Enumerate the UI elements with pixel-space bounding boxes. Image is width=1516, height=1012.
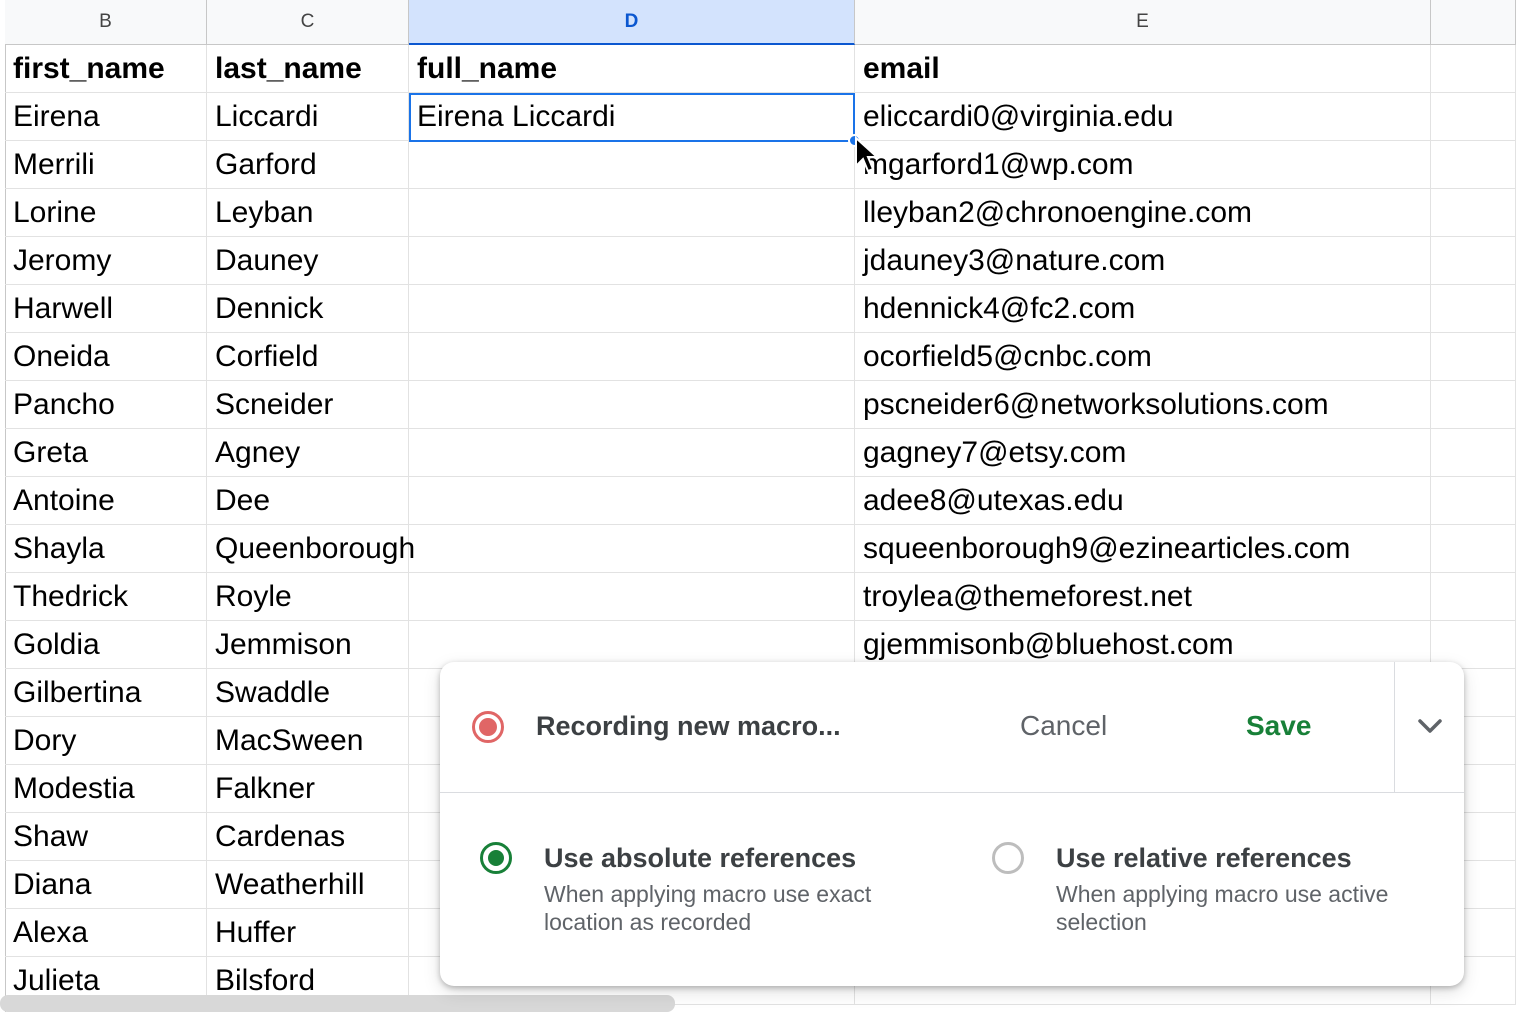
- table-cell[interactable]: Agney: [207, 429, 409, 477]
- table-cell[interactable]: Dory: [5, 717, 207, 765]
- empty-cell[interactable]: [1431, 429, 1516, 477]
- empty-cell[interactable]: [1431, 525, 1516, 573]
- table-cell[interactable]: Cardenas: [207, 813, 409, 861]
- macro-panel-header: Recording new macro... Cancel Save: [440, 662, 1464, 793]
- table-cell[interactable]: troylea@themeforest.net: [855, 573, 1431, 621]
- header-cell[interactable]: last_name: [207, 45, 409, 93]
- empty-cell[interactable]: [1431, 189, 1516, 237]
- table-cell[interactable]: [409, 573, 855, 621]
- column-header-f[interactable]: [1431, 0, 1516, 45]
- header-cell[interactable]: first_name: [5, 45, 207, 93]
- table-cell[interactable]: Jeromy: [5, 237, 207, 285]
- column-header-e[interactable]: E: [855, 0, 1431, 45]
- empty-cell[interactable]: [1431, 477, 1516, 525]
- table-cell[interactable]: hdennick4@fc2.com: [855, 285, 1431, 333]
- table-cell[interactable]: [409, 525, 855, 573]
- table-cell[interactable]: Dauney: [207, 237, 409, 285]
- table-cell[interactable]: [409, 189, 855, 237]
- table-cell[interactable]: Pancho: [5, 381, 207, 429]
- empty-cell[interactable]: [1431, 333, 1516, 381]
- table-cell[interactable]: Eirena Liccardi: [409, 93, 855, 141]
- macro-recording-panel: Recording new macro... Cancel Save Use a…: [440, 662, 1464, 986]
- table-cell[interactable]: Scneider: [207, 381, 409, 429]
- cancel-button[interactable]: Cancel: [1000, 702, 1127, 750]
- empty-cell[interactable]: [1431, 237, 1516, 285]
- table-cell[interactable]: Jemmison: [207, 621, 409, 669]
- table-cell[interactable]: MacSween: [207, 717, 409, 765]
- table-cell[interactable]: Dee: [207, 477, 409, 525]
- table-cell[interactable]: Lorine: [5, 189, 207, 237]
- record-icon: [472, 711, 504, 743]
- table-cell[interactable]: Corfield: [207, 333, 409, 381]
- table-cell[interactable]: [409, 429, 855, 477]
- header-divider: [1394, 662, 1395, 792]
- horizontal-scrollbar[interactable]: [0, 995, 675, 1012]
- header-cell[interactable]: email: [855, 45, 1431, 93]
- header-cell[interactable]: full_name: [409, 45, 855, 93]
- table-cell[interactable]: Oneida: [5, 333, 207, 381]
- table-cell[interactable]: Eirena: [5, 93, 207, 141]
- relative-references-title: Use relative references: [1056, 843, 1352, 873]
- table-cell[interactable]: mgarford1@wp.com: [855, 141, 1431, 189]
- table-cell[interactable]: [409, 237, 855, 285]
- table-cell[interactable]: Queenborough: [207, 525, 415, 573]
- empty-cell[interactable]: [1431, 93, 1516, 141]
- table-cell[interactable]: Liccardi: [207, 93, 409, 141]
- table-cell[interactable]: [409, 285, 855, 333]
- empty-cell[interactable]: [1431, 45, 1516, 93]
- column-header-d[interactable]: D: [409, 0, 855, 45]
- table-cell[interactable]: [409, 141, 855, 189]
- relative-references-description: When applying macro use active selection: [1056, 881, 1389, 935]
- chevron-down-icon[interactable]: [1410, 712, 1450, 742]
- empty-cell[interactable]: [1431, 381, 1516, 429]
- table-cell[interactable]: Modestia: [5, 765, 207, 813]
- column-header-c[interactable]: C: [207, 0, 409, 45]
- table-cell[interactable]: eliccardi0@virginia.edu: [855, 93, 1431, 141]
- absolute-references-description: When applying macro use exact location a…: [544, 881, 872, 935]
- table-cell[interactable]: Greta: [5, 429, 207, 477]
- table-cell[interactable]: Royle: [207, 573, 409, 621]
- table-cell[interactable]: ocorfield5@cnbc.com: [855, 333, 1431, 381]
- table-cell[interactable]: gagney7@etsy.com: [855, 429, 1431, 477]
- table-cell[interactable]: Garford: [207, 141, 409, 189]
- table-cell[interactable]: Harwell: [5, 285, 207, 333]
- table-cell[interactable]: Dennick: [207, 285, 409, 333]
- table-cell[interactable]: [409, 333, 855, 381]
- save-button[interactable]: Save: [1226, 702, 1331, 750]
- table-cell[interactable]: Shayla: [5, 525, 207, 573]
- absolute-references-title: Use absolute references: [544, 843, 857, 873]
- table-cell[interactable]: Thedrick: [5, 573, 207, 621]
- table-cell[interactable]: pscneider6@networksolutions.com: [855, 381, 1431, 429]
- table-cell[interactable]: Gilbertina: [5, 669, 207, 717]
- table-cell[interactable]: Huffer: [207, 909, 409, 957]
- empty-cell[interactable]: [1431, 285, 1516, 333]
- table-cell[interactable]: adee8@utexas.edu: [855, 477, 1431, 525]
- table-cell[interactable]: Antoine: [5, 477, 207, 525]
- table-cell[interactable]: Swaddle: [207, 669, 409, 717]
- table-cell[interactable]: [409, 381, 855, 429]
- recording-status: Recording new macro...: [536, 711, 841, 741]
- table-cell[interactable]: Weatherhill: [207, 861, 409, 909]
- mouse-cursor-icon: [855, 136, 880, 173]
- empty-cell[interactable]: [1431, 573, 1516, 621]
- table-cell[interactable]: Shaw: [5, 813, 207, 861]
- empty-cell[interactable]: [1431, 141, 1516, 189]
- table-cell[interactable]: [409, 477, 855, 525]
- table-cell[interactable]: squeenborough9@ezinearticles.com: [855, 525, 1431, 573]
- table-cell[interactable]: Goldia: [5, 621, 207, 669]
- absolute-references-radio[interactable]: [480, 842, 512, 874]
- table-cell[interactable]: Leyban: [207, 189, 409, 237]
- relative-references-radio[interactable]: [992, 842, 1024, 874]
- table-cell[interactable]: Alexa: [5, 909, 207, 957]
- column-header-b[interactable]: B: [5, 0, 207, 45]
- table-cell[interactable]: Diana: [5, 861, 207, 909]
- table-cell[interactable]: Merrili: [5, 141, 207, 189]
- table-cell[interactable]: jdauney3@nature.com: [855, 237, 1431, 285]
- table-cell[interactable]: Falkner: [207, 765, 409, 813]
- table-cell[interactable]: lleyban2@chronoengine.com: [855, 189, 1431, 237]
